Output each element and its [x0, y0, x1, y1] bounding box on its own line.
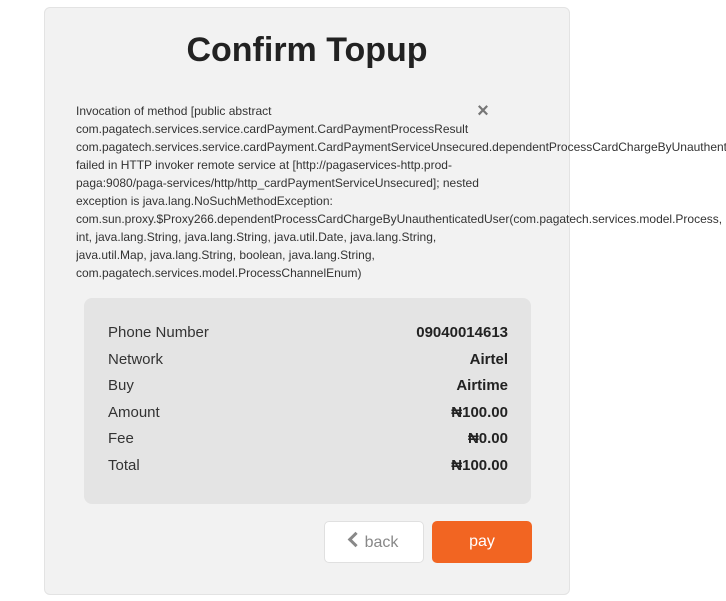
error-line: int, java.lang.String, java.lang.String,… — [76, 230, 437, 244]
summary-label: Amount — [108, 404, 160, 421]
summary-value: ₦0.00 — [467, 430, 508, 447]
summary-row-amount: Amount ₦100.00 — [108, 400, 508, 426]
summary-row-phone-number: Phone Number 09040014613 — [108, 320, 508, 346]
pay-button-label: pay — [469, 533, 495, 550]
summary-label: Fee — [108, 430, 134, 447]
summary-value: 09040014613 — [416, 324, 508, 341]
error-line: exception is java.lang.NoSuchMethodExcep… — [76, 194, 333, 208]
error-line: paga:9080/paga-services/http/http_cardPa… — [76, 176, 479, 190]
summary-value: ₦100.00 — [451, 404, 508, 421]
page-title: Confirm Topup — [186, 31, 428, 69]
summary-row-buy: Buy Airtime — [108, 373, 508, 399]
close-icon[interactable]: × — [474, 101, 492, 121]
summary-value: Airtime — [456, 377, 508, 394]
error-line: com.pagatech.services.service.cardPaymen… — [76, 122, 469, 136]
error-line: java.util.Map, java.lang.String, boolean… — [76, 248, 375, 262]
summary-row-network: Network Airtel — [108, 347, 508, 373]
summary-label: Total — [108, 457, 140, 474]
error-line: failed in HTTP invoker remote service at… — [76, 158, 452, 172]
back-button[interactable]: back — [324, 521, 424, 563]
error-line: com.sun.proxy.$Proxy266.dependentProcess… — [76, 212, 723, 226]
summary-value: ₦100.00 — [451, 457, 508, 474]
summary-row-total: Total ₦100.00 — [108, 453, 508, 479]
chevron-left-icon — [347, 531, 363, 548]
error-line: com.pagatech.services.model.ProcessChann… — [76, 266, 362, 280]
pay-button[interactable]: pay — [432, 521, 532, 563]
error-line: com.pagatech.services.service.cardPaymen… — [76, 140, 726, 154]
summary-row-fee: Fee ₦0.00 — [108, 426, 508, 452]
back-button-label: back — [364, 534, 399, 551]
topup-summary: Phone Number 09040014613 Network Airtel … — [84, 298, 531, 504]
summary-value: Airtel — [469, 351, 508, 368]
summary-label: Phone Number — [108, 324, 209, 341]
summary-label: Network — [108, 351, 164, 368]
error-message: Invocation of method [public abstract co… — [76, 102, 726, 282]
error-line: Invocation of method [public abstract — [76, 104, 272, 118]
summary-label: Buy — [108, 377, 134, 394]
